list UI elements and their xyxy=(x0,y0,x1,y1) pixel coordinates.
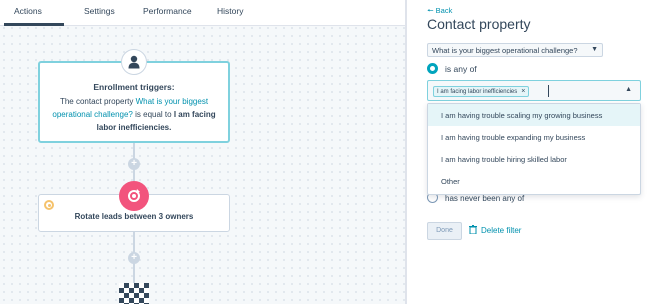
selected-value-chip: I am facing labor inefficiencies × xyxy=(433,86,530,97)
dropdown-option[interactable]: I am having trouble expanding my busines… xyxy=(428,126,640,148)
dropdown-option[interactable]: I am having trouble scaling my growing b… xyxy=(428,104,640,126)
tab-actions[interactable]: Actions xyxy=(14,6,42,16)
radio-is-any-of-label: is any of xyxy=(445,64,477,74)
tab-settings[interactable]: Settings xyxy=(84,6,115,16)
tab-bar: Actions Settings Performance History xyxy=(0,0,405,26)
chip-label: I am facing labor inefficiencies xyxy=(437,89,518,95)
trigger-text-middle: is equal to xyxy=(135,110,172,119)
add-action-plus-icon-2[interactable]: + xyxy=(128,252,140,264)
trigger-text-before: The contact property xyxy=(59,97,134,106)
chevron-up-icon[interactable]: ▲ xyxy=(625,86,632,93)
filter-panel: 🠔 Back Contact property What is your big… xyxy=(407,0,650,304)
done-button[interactable]: Done xyxy=(427,222,462,240)
tab-performance[interactable]: Performance xyxy=(143,6,192,16)
radio-has-never-been-any-of-label: has never been any of xyxy=(445,194,525,203)
radio-is-any-of[interactable] xyxy=(427,63,438,74)
trash-icon xyxy=(469,225,477,235)
options-dropdown: I am having trouble scaling my growing b… xyxy=(427,103,641,195)
property-select[interactable]: What is your biggest operational challen… xyxy=(427,43,603,57)
action-label: Rotate leads between 3 owners xyxy=(74,212,194,221)
dropdown-option[interactable]: I am having trouble hiring skilled labor xyxy=(428,148,640,170)
value-multiselect[interactable]: I am facing labor inefficiencies × ▲ xyxy=(427,80,641,101)
delete-filter-label: Delete filter xyxy=(481,226,522,235)
trigger-title: Enrollment triggers: xyxy=(93,82,175,92)
active-tab-indicator xyxy=(4,23,64,26)
add-action-plus-icon[interactable]: + xyxy=(128,158,140,170)
text-cursor xyxy=(548,85,549,97)
remove-chip-icon[interactable]: × xyxy=(521,88,525,95)
property-select-value: What is your biggest operational challen… xyxy=(432,46,578,55)
contact-icon xyxy=(121,49,147,75)
delete-filter-link[interactable]: Delete filter xyxy=(469,225,521,235)
dropdown-option[interactable]: Other xyxy=(428,170,640,192)
back-arrow-icon: 🠔 xyxy=(427,6,434,15)
rotate-leads-icon xyxy=(119,181,149,211)
back-label: Back xyxy=(435,6,453,15)
trigger-description: The contact property What is your bigges… xyxy=(50,95,218,134)
action-status-icon xyxy=(44,200,54,210)
workflow-end-flag-icon xyxy=(119,283,149,304)
tab-history[interactable]: History xyxy=(217,6,243,16)
panel-title: Contact property xyxy=(427,16,531,32)
chevron-down-icon: ▼ xyxy=(591,46,598,53)
workflow-canvas: Actions Settings Performance History Enr… xyxy=(0,0,405,304)
